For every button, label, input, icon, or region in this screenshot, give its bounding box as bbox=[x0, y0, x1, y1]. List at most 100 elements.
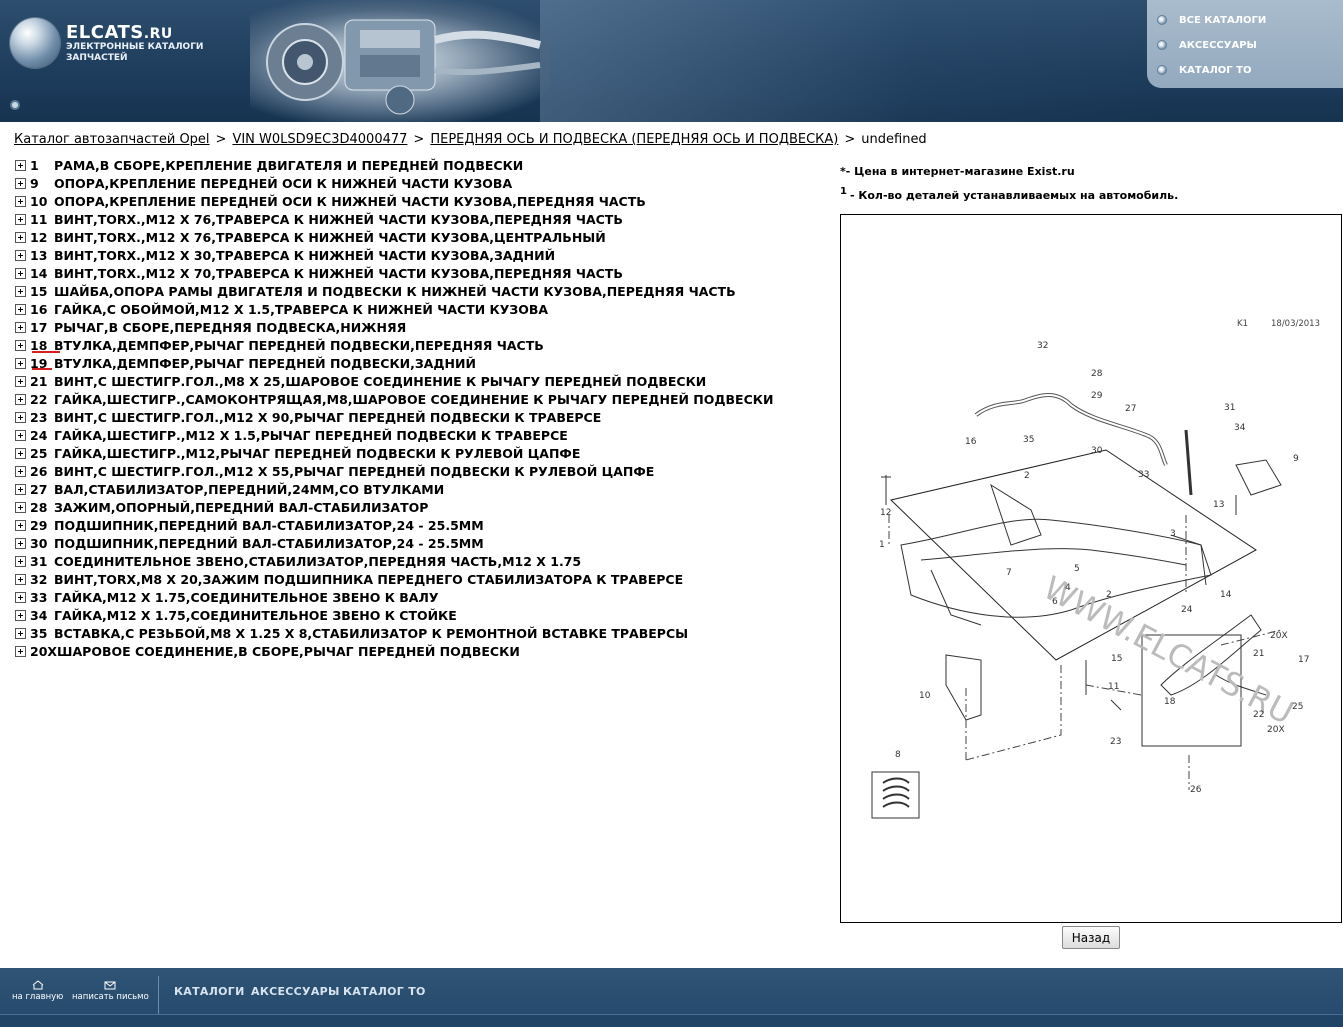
site-logo[interactable]: ELCATS.RU ЭЛЕКТРОННЫЕ КАТАЛОГИ ЗАПЧАСТЕЙ bbox=[10, 18, 370, 78]
diagram-callout[interactable]: 26 bbox=[1190, 785, 1202, 795]
part-description[interactable]: ВСТАВКА,С РЕЗЬБОЙ,M8 X 1.25 X 8,СТАБИЛИЗ… bbox=[54, 626, 688, 641]
expand-plus-icon[interactable] bbox=[15, 339, 26, 351]
expand-plus-icon[interactable] bbox=[15, 411, 26, 423]
part-row[interactable]: 19 ВТУЛКА,ДЕМПФЕР,РЫЧАГ ПЕРЕДНЕЙ ПОДВЕСКИ… bbox=[15, 354, 815, 372]
part-description[interactable]: ПОДШИПНИК,ПЕРЕДНИЙ ВАЛ-СТАБИЛИЗАТОР,24 -… bbox=[54, 536, 484, 551]
diagram-callout[interactable]: 4 bbox=[1065, 583, 1071, 593]
part-description[interactable]: ВИНТ,TORX.,M12 X 30,ТРАВЕРСА К НИЖНЕЙ ЧА… bbox=[54, 248, 555, 263]
diagram-callout[interactable]: 2 bbox=[1024, 471, 1030, 481]
diagram-callout[interactable]: 32 bbox=[1037, 341, 1048, 351]
part-description[interactable]: ГАЙКА,ШЕСТИГР.,САМОКОНТРЯЩАЯ,M8,ШАРОВОЕ … bbox=[54, 392, 773, 407]
breadcrumb-catalog-opel[interactable]: Каталог автозапчастей Opel bbox=[14, 132, 210, 147]
part-row[interactable]: 34 ГАЙКА,M12 X 1.75,СОЕДИНИТЕЛЬНОЕ ЗВЕНО … bbox=[15, 606, 815, 624]
diagram-callout[interactable]: 20X bbox=[1270, 631, 1288, 641]
part-row[interactable]: 27 ВАЛ,СТАБИЛИЗАТОР,ПЕРЕДНИЙ,24ММ,СО ВТУЛ… bbox=[15, 480, 815, 498]
part-number[interactable]: 20X bbox=[30, 644, 57, 659]
part-row[interactable]: 13 ВИНТ,TORX.,M12 X 30,ТРАВЕРСА К НИЖНЕЙ … bbox=[15, 246, 815, 264]
expand-plus-icon[interactable] bbox=[15, 393, 26, 405]
diagram-callout[interactable]: 18 bbox=[1164, 697, 1176, 707]
part-description[interactable]: ВИНТ,TORX.,M12 X 76,ТРАВЕРСА К НИЖНЕЙ ЧА… bbox=[54, 230, 606, 245]
part-number[interactable]: 35 bbox=[30, 626, 54, 641]
expand-plus-icon[interactable] bbox=[15, 555, 26, 567]
part-number[interactable]: 24 bbox=[30, 428, 54, 443]
expand-plus-icon[interactable] bbox=[15, 537, 26, 549]
part-number[interactable]: 25 bbox=[30, 446, 54, 461]
expand-plus-icon[interactable] bbox=[15, 231, 26, 243]
part-number[interactable]: 22 bbox=[30, 392, 54, 407]
part-number[interactable]: 28 bbox=[30, 500, 54, 515]
part-description[interactable]: ОПОРА,КРЕПЛЕНИЕ ПЕРЕДНЕЙ ОСИ К НИЖНЕЙ ЧА… bbox=[54, 176, 512, 191]
part-description[interactable]: ГАЙКА,С ОБОЙМОЙ,M12 X 1.5,ТРАВЕРСА К НИЖ… bbox=[54, 302, 548, 317]
part-description[interactable]: ВАЛ,СТАБИЛИЗАТОР,ПЕРЕДНИЙ,24ММ,СО ВТУЛКА… bbox=[54, 482, 444, 497]
part-row[interactable]: 30 ПОДШИПНИК,ПЕРЕДНИЙ ВАЛ-СТАБИЛИЗАТОР,24… bbox=[15, 534, 815, 552]
expand-plus-icon[interactable] bbox=[15, 249, 26, 261]
expand-plus-icon[interactable] bbox=[15, 501, 26, 513]
part-number[interactable]: 14 bbox=[30, 266, 54, 281]
part-row[interactable]: 22 ГАЙКА,ШЕСТИГР.,САМОКОНТРЯЩАЯ,M8,ШАРОВО… bbox=[15, 390, 815, 408]
breadcrumb-front-axle[interactable]: ПЕРЕДНЯЯ ОСЬ И ПОДВЕСКА (ПЕРЕДНЯЯ ОСЬ И … bbox=[430, 132, 838, 147]
part-number[interactable]: 33 bbox=[30, 590, 54, 605]
part-description[interactable]: ВИНТ,TORX.,M12 X 76,ТРАВЕРСА К НИЖНЕЙ ЧА… bbox=[54, 212, 623, 227]
part-description[interactable]: ГАЙКА,ШЕСТИГР.,M12 X 1.5,РЫЧАГ ПЕРЕДНЕЙ … bbox=[54, 428, 568, 443]
part-description[interactable]: ВИНТ,TORX.,M12 X 70,ТРАВЕРСА К НИЖНЕЙ ЧА… bbox=[54, 266, 623, 281]
part-row[interactable]: 31 СОЕДИНИТЕЛЬНОЕ ЗВЕНО,СТАБИЛИЗАТОР,ПЕРЕ… bbox=[15, 552, 815, 570]
diagram-callout[interactable]: 11 bbox=[1108, 682, 1119, 692]
diagram-callout[interactable]: 8 bbox=[895, 750, 901, 760]
part-description[interactable]: РЫЧАГ,В СБОРЕ,ПЕРЕДНЯЯ ПОДВЕСКА,НИЖНЯЯ bbox=[54, 320, 406, 335]
part-description[interactable]: ШАЙБА,ОПОРА РАМЫ ДВИГАТЕЛЯ И ПОДВЕСКИ К … bbox=[54, 284, 736, 299]
part-description[interactable]: ВТУЛКА,ДЕМПФЕР,РЫЧАГ ПЕРЕДНЕЙ ПОДВЕСКИ,П… bbox=[54, 338, 544, 353]
part-description[interactable]: ЗАЖИМ,ОПОРНЫЙ,ПЕРЕДНИЙ ВАЛ-СТАБИЛИЗАТОР bbox=[54, 500, 428, 515]
expand-plus-icon[interactable] bbox=[15, 303, 26, 315]
part-row[interactable]: 12 ВИНТ,TORX.,M12 X 76,ТРАВЕРСА К НИЖНЕЙ … bbox=[15, 228, 815, 246]
part-number[interactable]: 30 bbox=[30, 536, 54, 551]
diagram-callout[interactable]: 2 bbox=[1106, 590, 1112, 600]
diagram-callout[interactable]: 20X bbox=[1267, 725, 1285, 735]
part-number[interactable]: 10 bbox=[30, 194, 54, 209]
part-description[interactable]: ВТУЛКА,ДЕМПФЕР,РЫЧАГ ПЕРЕДНЕЙ ПОДВЕСКИ,З… bbox=[54, 356, 476, 371]
part-row[interactable]: 11 ВИНТ,TORX.,M12 X 76,ТРАВЕРСА К НИЖНЕЙ … bbox=[15, 210, 815, 228]
part-row[interactable]: 28 ЗАЖИМ,ОПОРНЫЙ,ПЕРЕДНИЙ ВАЛ-СТАБИЛИЗАТО… bbox=[15, 498, 815, 516]
part-description[interactable]: ВИНТ,С ШЕСТИГР.ГОЛ.,M12 X 55,РЫЧАГ ПЕРЕД… bbox=[54, 464, 654, 479]
part-description[interactable]: ГАЙКА,M12 X 1.75,СОЕДИНИТЕЛЬНОЕ ЗВЕНО К … bbox=[54, 590, 439, 605]
part-number[interactable]: 1 bbox=[30, 158, 54, 173]
part-row[interactable]: 23 ВИНТ,С ШЕСТИГР.ГОЛ.,M12 X 90,РЫЧАГ ПЕР… bbox=[15, 408, 815, 426]
expand-plus-icon[interactable] bbox=[15, 645, 26, 657]
part-row[interactable]: 1 РАМА,В СБОРЕ,КРЕПЛЕНИЕ ДВИГАТЕЛЯ И ПЕРЕ… bbox=[15, 156, 815, 174]
part-row[interactable]: 29 ПОДШИПНИК,ПЕРЕДНИЙ ВАЛ-СТАБИЛИЗАТОР,24… bbox=[15, 516, 815, 534]
diagram-callout[interactable]: 31 bbox=[1224, 403, 1235, 413]
expand-plus-icon[interactable] bbox=[15, 609, 26, 621]
footer-nav-maintenance[interactable]: КАТАЛОГ ТО bbox=[343, 985, 426, 998]
part-number[interactable]: 29 bbox=[30, 518, 54, 533]
part-description[interactable]: СОЕДИНИТЕЛЬНОЕ ЗВЕНО,СТАБИЛИЗАТОР,ПЕРЕДН… bbox=[54, 554, 581, 569]
expand-plus-icon[interactable] bbox=[15, 357, 26, 369]
top-nav-accessories[interactable]: АКСЕССУАРЫ bbox=[1157, 37, 1257, 53]
expand-plus-icon[interactable] bbox=[15, 159, 26, 171]
part-row[interactable]: 15 ШАЙБА,ОПОРА РАМЫ ДВИГАТЕЛЯ И ПОДВЕСКИ … bbox=[15, 282, 815, 300]
part-number[interactable]: 15 bbox=[30, 284, 54, 299]
part-row[interactable]: 21 ВИНТ,С ШЕСТИГР.ГОЛ.,M8 X 25,ШАРОВОЕ СО… bbox=[15, 372, 815, 390]
part-number[interactable]: 17 bbox=[30, 320, 54, 335]
diagram-callout[interactable]: 16 bbox=[965, 437, 977, 447]
diagram-callout[interactable]: 9 bbox=[1293, 454, 1299, 464]
diagram-callout[interactable]: 17 bbox=[1298, 655, 1309, 665]
part-row[interactable]: 26 ВИНТ,С ШЕСТИГР.ГОЛ.,M12 X 55,РЫЧАГ ПЕР… bbox=[15, 462, 815, 480]
part-number[interactable]: 27 bbox=[30, 482, 54, 497]
expand-plus-icon[interactable] bbox=[15, 483, 26, 495]
part-number[interactable]: 13 bbox=[30, 248, 54, 263]
expand-plus-icon[interactable] bbox=[15, 321, 26, 333]
diagram-callout[interactable]: 3 bbox=[1170, 529, 1176, 539]
diagram-callout[interactable]: 1 bbox=[879, 540, 885, 550]
part-row[interactable]: 18 ВТУЛКА,ДЕМПФЕР,РЫЧАГ ПЕРЕДНЕЙ ПОДВЕСКИ… bbox=[15, 336, 815, 354]
footer-home-button[interactable]: на главную bbox=[12, 980, 63, 1002]
part-row[interactable]: 33 ГАЙКА,M12 X 1.75,СОЕДИНИТЕЛЬНОЕ ЗВЕНО … bbox=[15, 588, 815, 606]
breadcrumb-vin[interactable]: VIN W0LSD9EC3D4000477 bbox=[232, 132, 407, 147]
expand-plus-icon[interactable] bbox=[15, 573, 26, 585]
diagram-callout[interactable]: 27 bbox=[1125, 404, 1136, 414]
part-description[interactable]: ПОДШИПНИК,ПЕРЕДНИЙ ВАЛ-СТАБИЛИЗАТОР,24 -… bbox=[54, 518, 484, 533]
part-description[interactable]: ВИНТ,С ШЕСТИГР.ГОЛ.,M12 X 90,РЫЧАГ ПЕРЕД… bbox=[54, 410, 601, 425]
part-number[interactable]: 32 bbox=[30, 572, 54, 587]
part-row[interactable]: 25 ГАЙКА,ШЕСТИГР.,M12,РЫЧАГ ПЕРЕДНЕЙ ПОДВ… bbox=[15, 444, 815, 462]
part-row[interactable]: 16 ГАЙКА,С ОБОЙМОЙ,M12 X 1.5,ТРАВЕРСА К Н… bbox=[15, 300, 815, 318]
diagram-callout[interactable]: 34 bbox=[1234, 423, 1246, 433]
part-description[interactable]: РАМА,В СБОРЕ,КРЕПЛЕНИЕ ДВИГАТЕЛЯ И ПЕРЕД… bbox=[54, 158, 523, 173]
